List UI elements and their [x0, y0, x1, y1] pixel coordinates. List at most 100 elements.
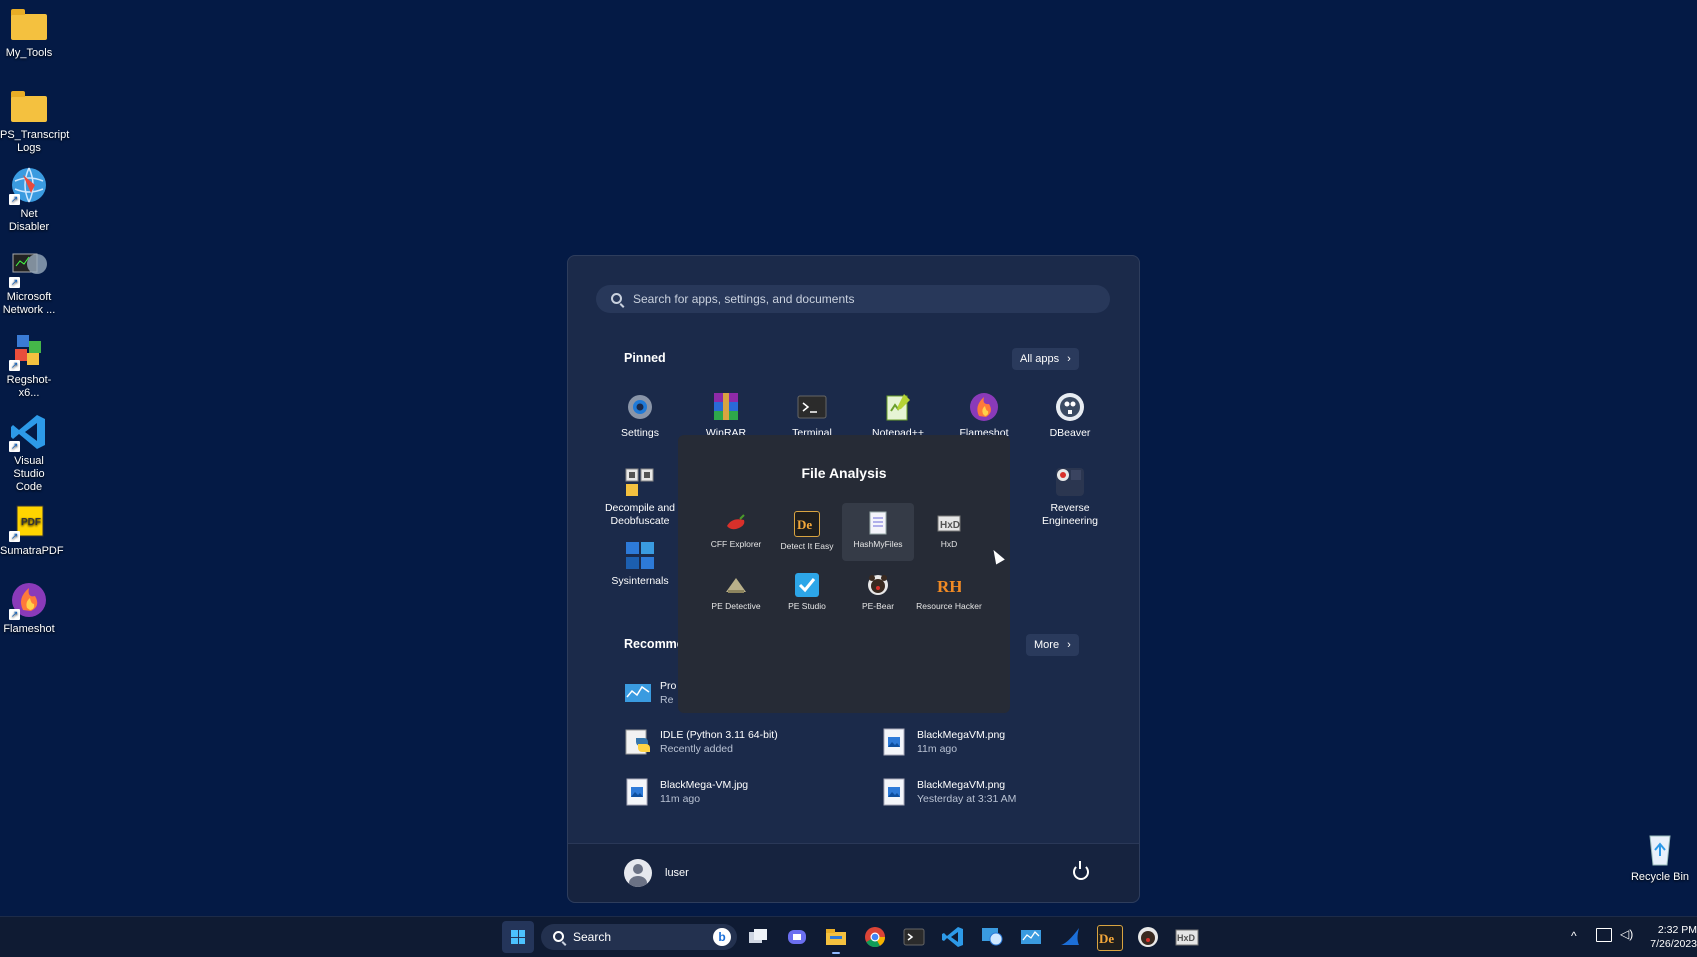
- recommended-item[interactable]: Pro Re: [624, 679, 676, 707]
- start-button[interactable]: [502, 921, 534, 953]
- desktop-icon-label: SumatraPDF: [0, 545, 64, 557]
- pinned-notepadpp[interactable]: Notepad++: [856, 391, 940, 440]
- shortcut-arrow-icon: ↗: [9, 277, 20, 288]
- desktop-icon-flameshot[interactable]: ↗ Flameshot: [0, 580, 58, 636]
- desktop-icon-label: PS_Transcript Logs: [0, 129, 70, 154]
- folder-app-pe-detective[interactable]: PE Detective: [700, 565, 772, 623]
- folder-app-label: Resource Hacker: [916, 601, 982, 611]
- recommended-item[interactable]: BlackMegaVM.png Yesterday at 3:31 AM: [881, 778, 1016, 806]
- pinned-folder-reverse-engineering[interactable]: Reverse Engineering: [1028, 466, 1112, 528]
- chevron-right-icon: ›: [1067, 639, 1071, 651]
- pinned-dbeaver[interactable]: DBeaver: [1028, 391, 1112, 440]
- desktop-icon-vscode[interactable]: ↗ Visual Studio Code: [0, 412, 58, 494]
- svg-text:De: De: [797, 517, 812, 532]
- clock[interactable]: 2:32 PM 7/26/2023: [1650, 923, 1697, 951]
- desktop-icon-sumatrapdf[interactable]: PDF ↗ SumatraPDF: [0, 502, 64, 558]
- network-monitor-icon[interactable]: [980, 925, 1004, 949]
- start-search-input[interactable]: Search for apps, settings, and documents: [596, 285, 1110, 313]
- wireshark-icon[interactable]: [1058, 925, 1082, 949]
- pinned-label: DBeaver: [1049, 427, 1091, 439]
- folder-group-icon: [624, 466, 656, 498]
- folder-app-resource-hacker[interactable]: RH Resource Hacker: [913, 565, 985, 623]
- shortcut-arrow-icon: ↗: [9, 609, 20, 620]
- shortcut-arrow-icon: ↗: [9, 194, 20, 205]
- desktop-icon-recycle-bin[interactable]: Recycle Bin: [1630, 828, 1690, 884]
- folder-app-detect-it-easy[interactable]: De Detect It Easy: [771, 503, 843, 561]
- hxd-icon[interactable]: HxD: [1175, 925, 1199, 949]
- show-hidden-icons-chevron-icon[interactable]: ^: [1571, 929, 1577, 943]
- pinned-winrar[interactable]: WinRAR: [684, 391, 768, 440]
- shortcut-arrow-icon: ↗: [9, 531, 20, 542]
- winrar-icon: [710, 391, 742, 423]
- desktop-icon-label: Recycle Bin: [1630, 871, 1690, 883]
- folder-icon: [9, 4, 49, 44]
- image-file-icon: [881, 778, 905, 806]
- desktop-icon-net-disabler[interactable]: ↗ Net Disabler: [0, 165, 58, 234]
- pe-bear-icon[interactable]: [1136, 925, 1160, 949]
- pinned-settings[interactable]: Settings: [598, 391, 682, 440]
- globe-icon: ↗: [9, 165, 49, 205]
- active-indicator: [832, 952, 840, 954]
- taskbar-search[interactable]: Search b: [541, 924, 737, 950]
- network-icon[interactable]: [1596, 928, 1612, 942]
- pinned-flameshot[interactable]: Flameshot: [942, 391, 1026, 440]
- teams-chat-icon[interactable]: [785, 925, 809, 949]
- terminal-icon[interactable]: [902, 925, 926, 949]
- folder-app-label: Detect It Easy: [780, 541, 834, 551]
- recommended-item[interactable]: BlackMega-VM.jpg 11m ago: [624, 778, 748, 806]
- svg-text:De: De: [1099, 931, 1114, 946]
- desktop-icon-microsoft-network[interactable]: ↗ Microsoft Network ...: [0, 248, 58, 317]
- volume-icon[interactable]: ◁): [1620, 927, 1633, 941]
- file-explorer-icon[interactable]: [824, 925, 848, 954]
- recommended-item-title: BlackMegaVM.png: [917, 779, 1006, 791]
- folder-app-pe-bear[interactable]: PE-Bear: [842, 565, 914, 623]
- folder-app-label: PE Detective: [711, 601, 761, 611]
- bing-icon: b: [713, 928, 731, 946]
- desktop-icon-label: Net Disabler: [8, 208, 50, 233]
- recommended-item-subtitle: 11m ago: [917, 743, 958, 755]
- pe-studio-icon: [795, 573, 819, 597]
- folder-app-hashmyfiles[interactable]: HashMyFiles: [842, 503, 914, 561]
- recommended-item[interactable]: BlackMegaVM.png 11m ago: [881, 728, 1005, 756]
- folder-app-label: PE-Bear: [861, 601, 895, 611]
- folder-app-label: HashMyFiles: [853, 539, 903, 549]
- pinned-title: Pinned: [624, 351, 666, 365]
- windows-logo-icon: [511, 930, 525, 944]
- perfmon-icon[interactable]: [1019, 925, 1043, 949]
- desktop-icon-label: Visual Studio Code: [13, 455, 45, 493]
- pinned-label: Sysinternals: [611, 575, 669, 587]
- task-view-icon[interactable]: [746, 925, 770, 949]
- folder-popup-file-analysis: File Analysis CFF Explorer De Detect It …: [678, 435, 1010, 713]
- recommended-item[interactable]: IDLE (Python 3.11 64-bit) Recently added: [624, 728, 778, 756]
- power-icon[interactable]: [1073, 861, 1089, 880]
- recommended-item-title: BlackMega-VM.jpg: [660, 779, 749, 791]
- network-monitor-icon: ↗: [9, 248, 49, 288]
- desktop-icon-ps-transcript-logs[interactable]: PS_Transcript Logs: [0, 86, 70, 155]
- vscode-icon: ↗: [9, 412, 49, 452]
- folder-app-hxd[interactable]: HxD HxD: [913, 503, 985, 561]
- folder-app-pe-studio[interactable]: PE Studio: [771, 565, 843, 623]
- resource-hacker-icon: RH: [937, 573, 963, 597]
- pinned-folder-sysinternals[interactable]: Sysinternals: [598, 539, 682, 588]
- chrome-icon[interactable]: [863, 925, 887, 949]
- more-button[interactable]: More ›: [1026, 634, 1079, 656]
- vscode-icon[interactable]: [941, 925, 965, 949]
- regshot-icon: ↗: [9, 331, 49, 371]
- python-idle-icon: [624, 728, 650, 756]
- folder-app-label: CFF Explorer: [710, 539, 762, 549]
- desktop-icon-my-tools[interactable]: My_Tools: [0, 4, 58, 60]
- search-icon: [611, 293, 623, 305]
- desktop-icon-regshot[interactable]: ↗ Regshot-x6...: [0, 331, 58, 400]
- recommended-title: Recomme: [624, 637, 684, 651]
- desktop-icon-label: Regshot-x6...: [6, 374, 52, 399]
- pe-bear-icon: [866, 573, 890, 597]
- recommended-item-subtitle: Yesterday at 3:31 AM: [917, 793, 1017, 805]
- folder-app-cff-explorer[interactable]: CFF Explorer: [700, 503, 772, 561]
- all-apps-button[interactable]: All apps ›: [1012, 348, 1079, 370]
- detect-it-easy-icon[interactable]: De: [1097, 925, 1123, 951]
- terminal-icon: [796, 391, 828, 423]
- recommended-item-subtitle: Recently added: [660, 743, 733, 755]
- pinned-terminal[interactable]: Terminal: [770, 391, 854, 440]
- pinned-folder-decompile[interactable]: Decompile and Deobfuscate: [598, 466, 682, 528]
- taskbar-search-label: Search: [573, 930, 612, 944]
